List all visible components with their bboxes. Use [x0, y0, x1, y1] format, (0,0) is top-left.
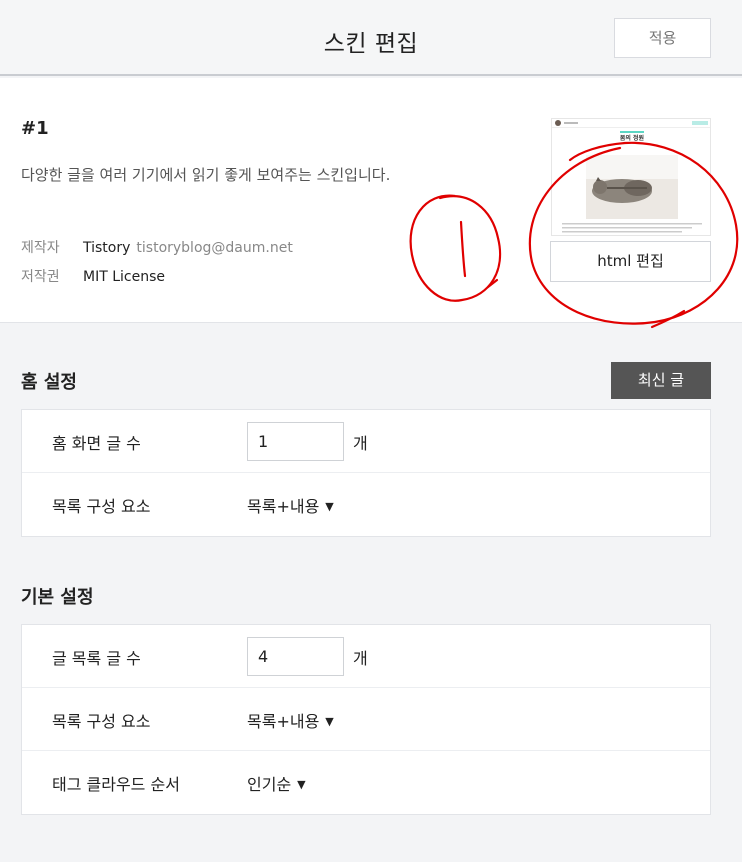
home-post-count-label: 홈 화면 글 수	[52, 434, 141, 453]
thumbnail-title: 봄의 정원	[620, 134, 644, 142]
basic-settings-panel: 글 목록 글 수 개 목록 구성 요소 목록+내용 ▼ 태그 클라우드 순서 인기…	[21, 624, 711, 815]
skin-info-card: #1 다양한 글을 여러 기기에서 읽기 좋게 보여주는 스킨입니다. 제작자 T…	[0, 78, 742, 323]
home-list-component-select[interactable]: 목록+내용 ▼	[247, 493, 334, 517]
skin-description: 다양한 글을 여러 기기에서 읽기 좋게 보여주는 스킨입니다.	[21, 166, 391, 184]
skin-preview-image: 봄의 정원	[552, 119, 710, 235]
tag-cloud-order-row: 태그 클라우드 순서 인기순 ▼	[22, 751, 710, 814]
tag-cloud-order-label: 태그 클라우드 순서	[52, 775, 180, 794]
list-post-count-row: 글 목록 글 수 개	[22, 625, 710, 688]
license-value: MIT License	[83, 269, 165, 285]
license-row: 저작권 MIT License	[21, 266, 165, 286]
maker-email: tistoryblog@daum.net	[136, 240, 293, 256]
home-settings-panel: 홈 화면 글 수 개 목록 구성 요소 목록+내용 ▼	[21, 409, 711, 537]
license-label: 저작권	[21, 269, 60, 285]
home-post-count-unit: 개	[353, 434, 368, 453]
maker-name: Tistory	[83, 240, 131, 256]
home-settings-title: 홈 설정	[21, 372, 77, 393]
home-list-component-row: 목록 구성 요소 목록+내용 ▼	[22, 473, 710, 536]
maker-row: 제작자 Tistory tistoryblog@daum.net	[21, 237, 293, 257]
home-post-count-input[interactable]	[247, 422, 344, 461]
skin-number: #1	[21, 118, 49, 139]
list-component-row: 목록 구성 요소 목록+내용 ▼	[22, 688, 710, 751]
editor-header: 스킨 편집 적용	[0, 0, 742, 76]
tag-cloud-order-value: 인기순	[247, 775, 292, 794]
skin-thumbnail: 봄의 정원	[551, 118, 711, 236]
list-component-select[interactable]: 목록+내용 ▼	[247, 708, 334, 732]
apply-button[interactable]: 적용	[614, 18, 711, 58]
list-post-count-label: 글 목록 글 수	[52, 649, 141, 668]
caret-down-icon: ▼	[297, 778, 306, 791]
list-post-count-unit: 개	[353, 649, 368, 668]
list-component-label: 목록 구성 요소	[52, 712, 151, 731]
maker-label: 제작자	[21, 240, 60, 256]
list-post-count-input[interactable]	[247, 637, 344, 676]
home-post-count-row: 홈 화면 글 수 개	[22, 410, 710, 473]
basic-settings-title: 기본 설정	[21, 587, 94, 608]
latest-posts-button[interactable]: 최신 글	[611, 362, 711, 399]
home-list-component-value: 목록+내용	[247, 497, 320, 516]
caret-down-icon: ▼	[325, 500, 334, 513]
caret-down-icon: ▼	[325, 715, 334, 728]
list-component-value: 목록+내용	[247, 712, 320, 731]
html-edit-button[interactable]: html 편집	[550, 241, 711, 282]
home-list-component-label: 목록 구성 요소	[52, 497, 151, 516]
tag-cloud-order-select[interactable]: 인기순 ▼	[247, 771, 306, 795]
